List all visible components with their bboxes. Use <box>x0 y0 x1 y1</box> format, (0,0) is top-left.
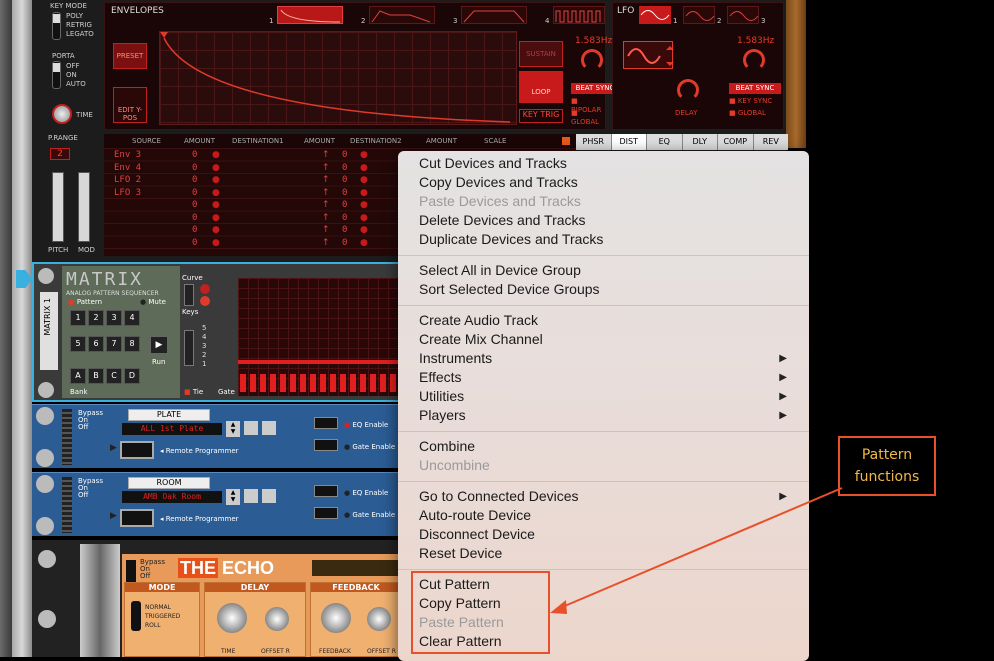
annotation-arrowhead-icon <box>550 600 567 614</box>
annotation-arrow-line <box>559 487 843 609</box>
annotation-arrow-layer <box>550 487 843 614</box>
